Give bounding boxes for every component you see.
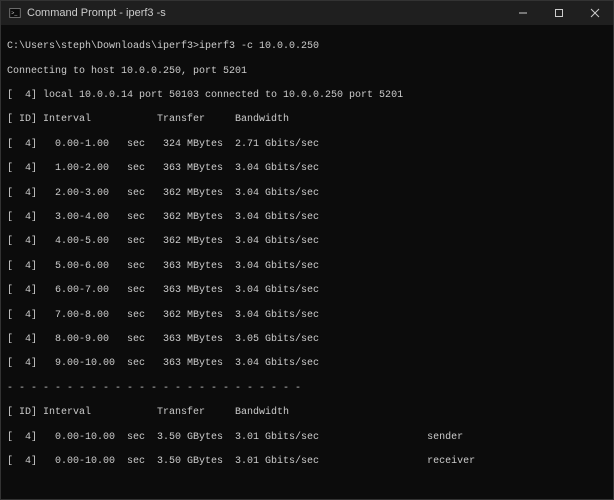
prompt-line: C:\Users\steph\Downloads\iperf3>iperf3 -… [7,41,607,53]
local-line: [ 4] local 10.0.0.14 port 50103 connecte… [7,90,607,102]
interval-row: [ 4] 4.00-5.00 sec 362 MBytes 3.04 Gbits… [7,236,607,248]
titlebar[interactable]: >_ Command Prompt - iperf3 -s [1,1,613,25]
command-prompt-window: >_ Command Prompt - iperf3 -s C:\Users\s… [0,0,614,500]
blank-line [7,481,607,493]
terminal-output[interactable]: C:\Users\steph\Downloads\iperf3>iperf3 -… [1,25,613,499]
summary-sender: [ 4] 0.00-10.00 sec 3.50 GBytes 3.01 Gbi… [7,432,607,444]
svg-text:>_: >_ [11,11,17,17]
window-title: Command Prompt - iperf3 -s [27,7,166,19]
interval-row: [ 4] 9.00-10.00 sec 363 MBytes 3.04 Gbit… [7,358,607,370]
summary-receiver: [ 4] 0.00-10.00 sec 3.50 GBytes 3.01 Gbi… [7,456,607,468]
header-line: [ ID] Interval Transfer Bandwidth [7,114,607,126]
minimize-button[interactable] [505,1,541,25]
titlebar-controls [505,1,613,25]
header-line: [ ID] Interval Transfer Bandwidth [7,407,607,419]
interval-row: [ 4] 3.00-4.00 sec 362 MBytes 3.04 Gbits… [7,212,607,224]
interval-row: [ 4] 2.00-3.00 sec 362 MBytes 3.04 Gbits… [7,188,607,200]
interval-row: [ 4] 8.00-9.00 sec 363 MBytes 3.05 Gbits… [7,334,607,346]
titlebar-left: >_ Command Prompt - iperf3 -s [9,7,166,19]
interval-row: [ 4] 1.00-2.00 sec 363 MBytes 3.04 Gbits… [7,163,607,175]
command-text: iperf3 -c 10.0.0.250 [199,41,319,52]
close-button[interactable] [577,1,613,25]
interval-row: [ 4] 5.00-6.00 sec 363 MBytes 3.04 Gbits… [7,261,607,273]
prompt-path: C:\Users\steph\Downloads\iperf3> [7,41,199,52]
connecting-line: Connecting to host 10.0.0.250, port 5201 [7,66,607,78]
dashes-line: - - - - - - - - - - - - - - - - - - - - … [7,383,607,395]
maximize-button[interactable] [541,1,577,25]
cmd-icon: >_ [9,7,21,19]
interval-row: [ 4] 6.00-7.00 sec 363 MBytes 3.04 Gbits… [7,285,607,297]
interval-row: [ 4] 7.00-8.00 sec 362 MBytes 3.04 Gbits… [7,310,607,322]
interval-row: [ 4] 0.00-1.00 sec 324 MBytes 2.71 Gbits… [7,139,607,151]
